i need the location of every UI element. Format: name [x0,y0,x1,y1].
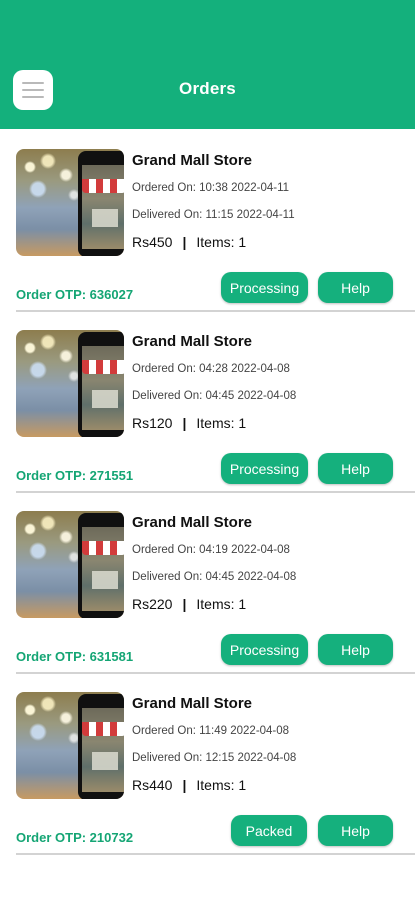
store-name: Grand Mall Store [132,152,253,169]
delivered-on: Delivered On: 04:45 2022-04-08 [132,390,297,402]
shop-sign [92,571,118,589]
status-button[interactable]: Processing [221,272,308,303]
phone-graphic [78,694,124,799]
order-otp: Order OTP: 271551 [16,468,134,483]
store-thumbnail [16,692,124,799]
item-count: Items: 1 [196,777,247,793]
phone-screen [82,527,124,611]
ordered-on: Ordered On: 04:19 2022-04-08 [132,544,290,556]
shop-awning [82,360,124,374]
phone-graphic [78,332,124,437]
ordered-on: Ordered On: 10:38 2022-04-11 [132,182,290,194]
status-button[interactable]: Processing [221,453,308,484]
order-card[interactable]: Grand Mall Store Ordered On: 10:38 2022-… [0,129,415,312]
ordered-on: Ordered On: 04:28 2022-04-08 [132,363,290,375]
price-row: Rs120 | Items: 1 [132,415,246,431]
shop-sign [92,752,118,770]
shop-awning [82,179,124,193]
store-thumbnail [16,149,124,256]
ordered-on: Ordered On: 11:49 2022-04-08 [132,725,290,737]
help-button[interactable]: Help [318,634,393,665]
app-header: Orders [0,0,415,129]
price-row: Rs450 | Items: 1 [132,234,246,250]
order-price: Rs120 [132,415,173,431]
order-otp: Order OTP: 636027 [16,287,134,302]
order-otp: Order OTP: 210732 [16,830,134,845]
delivered-on: Delivered On: 11:15 2022-04-11 [132,209,295,221]
separator: | [182,234,187,250]
item-count: Items: 1 [196,415,247,431]
order-card[interactable]: Grand Mall Store Ordered On: 04:19 2022-… [0,491,415,674]
phone-graphic [78,151,124,256]
shop-sign [92,390,118,408]
store-name: Grand Mall Store [132,333,253,350]
store-name: Grand Mall Store [132,695,253,712]
phone-screen [82,346,124,430]
separator: | [182,596,187,612]
item-count: Items: 1 [196,234,247,250]
store-name: Grand Mall Store [132,514,253,531]
delivered-on: Delivered On: 04:45 2022-04-08 [132,571,297,583]
store-thumbnail [16,330,124,437]
status-button[interactable]: Processing [221,634,308,665]
divider [16,853,415,855]
delivered-on: Delivered On: 12:15 2022-04-08 [132,752,297,764]
help-button[interactable]: Help [318,453,393,484]
help-button[interactable]: Help [318,815,393,846]
store-thumbnail [16,511,124,618]
shop-sign [92,209,118,227]
price-row: Rs440 | Items: 1 [132,777,246,793]
order-price: Rs220 [132,596,173,612]
order-price: Rs440 [132,777,173,793]
page-title: Orders [179,79,236,98]
order-card[interactable]: Grand Mall Store Ordered On: 11:49 2022-… [0,672,415,855]
order-list: Grand Mall Store Ordered On: 10:38 2022-… [0,129,415,855]
order-card[interactable]: Grand Mall Store Ordered On: 04:28 2022-… [0,310,415,493]
shop-awning [82,541,124,555]
shop-awning [82,722,124,736]
phone-graphic [78,513,124,618]
status-button[interactable]: Packed [231,815,307,846]
order-price: Rs450 [132,234,173,250]
phone-screen [82,708,124,792]
price-row: Rs220 | Items: 1 [132,596,246,612]
order-otp: Order OTP: 631581 [16,649,134,664]
separator: | [182,777,187,793]
phone-screen [82,165,124,249]
separator: | [182,415,187,431]
item-count: Items: 1 [196,596,247,612]
help-button[interactable]: Help [318,272,393,303]
